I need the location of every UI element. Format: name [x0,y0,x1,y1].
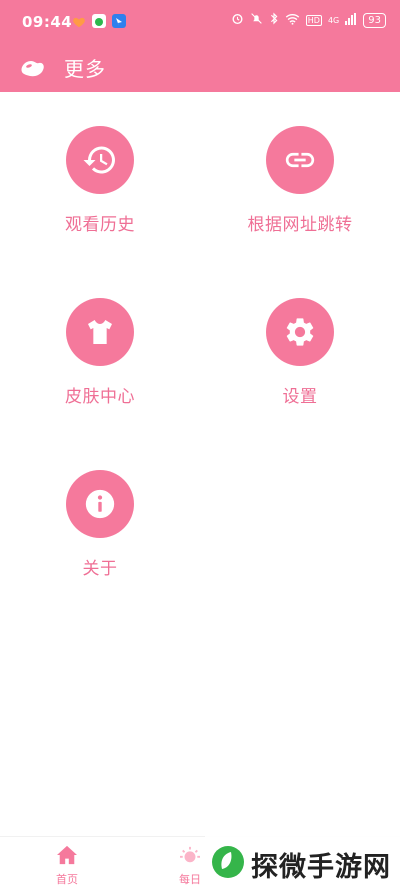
menu-item-skin-center[interactable]: 皮肤中心 [20,298,180,407]
nav-item-home[interactable]: 首页 [37,845,97,887]
network-label: 4G [327,15,340,25]
tshirt-icon [66,298,134,366]
menu-item-label: 根据网址跳转 [247,215,353,235]
sun-icon [179,846,201,869]
watermark: 探微手游网 [205,834,400,894]
bean-logo-icon[interactable] [18,56,46,84]
menu-item-label: 关于 [82,559,118,579]
watermark-text: 探微手游网 [251,851,391,883]
nav-label: 首页 [56,873,78,886]
signal-icon [345,12,357,28]
gear-icon [266,298,334,366]
link-icon [266,126,334,194]
menu-item-label: 设置 [282,387,318,407]
menu-item-about[interactable]: 关于 [20,470,180,579]
menu-item-history[interactable]: 观看历史 [20,126,180,235]
hd-badge: HD [305,14,322,26]
notification-app2-icon [112,14,126,28]
alarm-icon [231,12,244,28]
leaf-logo-icon [211,845,245,883]
status-time: 09:44 [22,13,73,31]
menu-item-settings[interactable]: 设置 [220,298,380,407]
bluetooth-icon [269,12,279,28]
wifi-icon [285,13,300,28]
history-icon [66,126,134,194]
notification-app-icon [92,14,106,28]
app-bar: 更多 [0,44,400,92]
menu-item-url-jump[interactable]: 根据网址跳转 [220,126,380,235]
menu-item-label: 观看历史 [65,215,135,235]
notification-heart-icon [72,14,86,28]
info-icon [66,470,134,538]
menu-item-label: 皮肤中心 [65,387,135,407]
status-indicators: HD 4G 93 [231,12,386,28]
status-bar: 09:44 HD 4G 93 [0,0,400,44]
mute-icon [250,12,263,28]
page-title: 更多 [64,57,106,81]
battery-indicator: 93 [363,12,386,28]
home-icon [56,845,78,869]
